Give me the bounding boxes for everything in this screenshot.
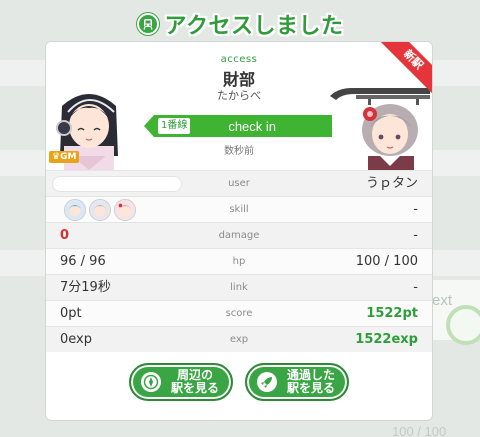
checkin-arrow [144,115,154,137]
train-icon [136,13,159,35]
exp-right: 1522exp [355,332,418,347]
user-name: うｐタン [365,176,418,191]
skill-value: - [413,202,418,217]
dialog-header: アクセスしました [0,6,480,42]
hp-right: 100 / 100 [355,254,418,269]
access-label: access [220,54,258,65]
action-buttons: 周辺の 駅を見る 通過した 駅を見る [46,363,432,401]
background-hp-text: 100 / 100 [392,424,447,437]
station-info: ♛GM 新駅 access 財部 たからべ 1番線 check in 数秒前 [46,42,432,170]
stat-row-exp: 0exp exp 1522exp [46,326,432,352]
stats-table: user うｐタン skill - 0 damage - 96 / 96 hp … [46,170,432,352]
stat-row-skill: skill - [46,196,432,222]
stat-label: skill [229,204,249,215]
access-result-card: ♛GM 新駅 access 財部 たからべ 1番線 check in 数秒前 u… [45,41,433,421]
checkin-label: check in [228,118,277,134]
nearby-stations-label: 周辺の 駅を見る [167,369,223,395]
dialog-title: アクセスしました [164,14,344,39]
line-badge: 1番線 [158,118,191,134]
score-right: 1522pt [366,306,418,321]
station-kana: たからべ [217,89,261,102]
link-right: - [413,280,418,295]
nearby-stations-button[interactable]: 周辺の 駅を見る [129,363,233,401]
character-portrait-right [362,104,418,170]
stat-row-score: 0pt score 1522pt [46,300,432,326]
background-button [446,305,480,345]
nearby-label-line2: 駅を見る [170,381,219,395]
checkin-bar: 1番線 check in [154,115,332,137]
time-ago: 数秒前 [224,146,254,157]
rocket-icon [257,372,277,392]
background-text: ext [432,292,453,309]
stat-row-link: 7分19秒 link - [46,274,432,300]
stat-row-hp: 96 / 96 hp 100 / 100 [46,248,432,274]
passed-label-line1: 通過した [286,368,335,382]
compass-icon [141,372,161,392]
stat-label: damage [218,230,260,241]
nearby-label-line1: 周辺の [176,368,213,382]
stat-row-damage: 0 damage - [46,222,432,248]
passed-stations-button[interactable]: 通過した 駅を見る [245,363,349,401]
stat-row-user: user うｐタン [46,170,432,196]
stat-label: link [230,282,248,293]
damage-right: - [413,228,418,243]
passed-stations-label: 通過した 駅を見る [283,369,339,395]
passed-label-line2: 駅を見る [286,381,335,395]
